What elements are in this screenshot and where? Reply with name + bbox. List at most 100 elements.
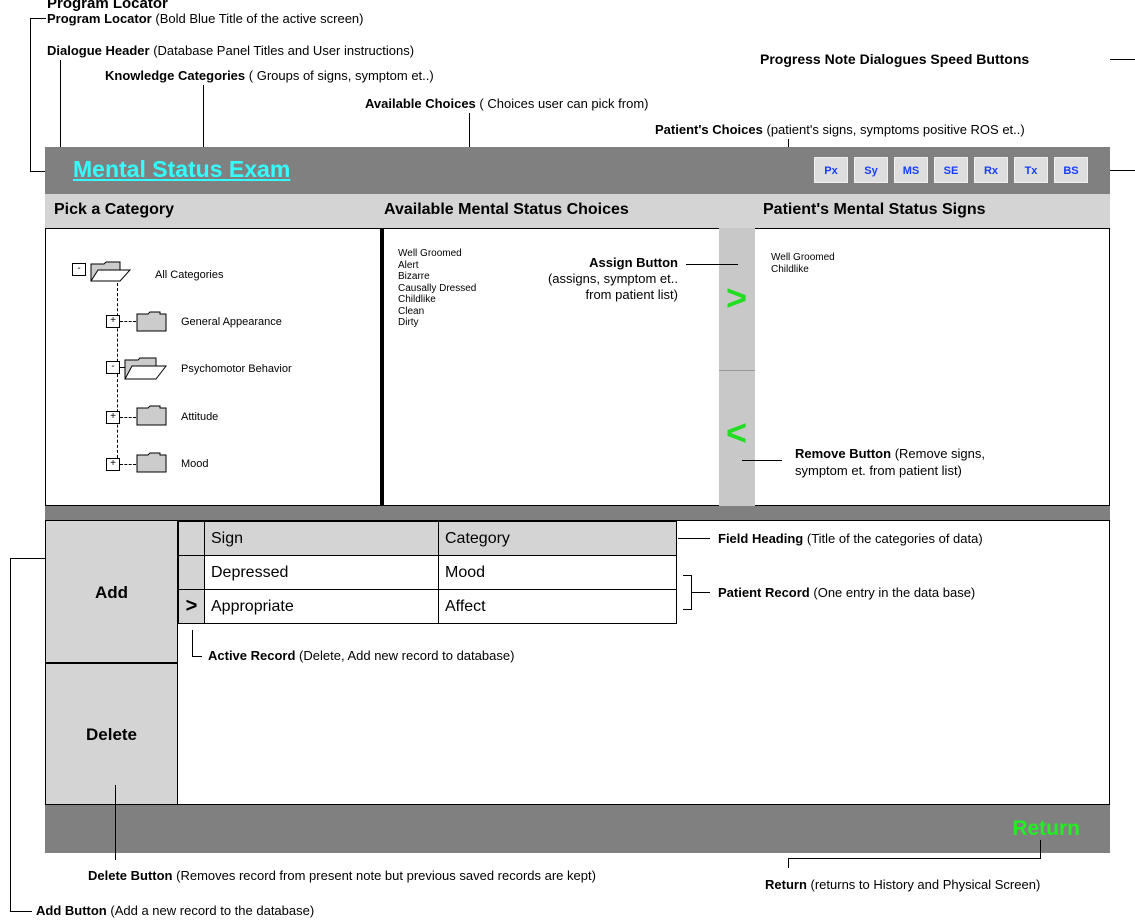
delete-button-annotation: Delete Button (Removes record from prese…	[88, 868, 596, 883]
leader-line	[30, 18, 31, 171]
tree-toggle-root[interactable]: -	[72, 263, 86, 276]
record-bracket	[683, 575, 692, 610]
table-row[interactable]: Depressed Mood	[178, 555, 677, 590]
leader-line	[692, 592, 710, 593]
speed-button-bs[interactable]: BS	[1054, 157, 1088, 183]
speed-button-ms[interactable]: MS	[894, 157, 928, 183]
table-row[interactable]: > Appropriate Affect	[178, 589, 677, 624]
leader-line	[115, 785, 116, 860]
tree-connector	[120, 417, 136, 418]
tree-item-label[interactable]: Mood	[181, 458, 209, 470]
patients-choices-annotation: Patient's Choices (patient's signs, symp…	[655, 122, 1025, 137]
list-item[interactable]: Alert	[398, 260, 476, 272]
tree-item-label[interactable]: Psychomotor Behavior	[181, 363, 292, 375]
active-record-annotation: Active Record (Delete, Add new record to…	[208, 648, 515, 663]
button-divider	[719, 370, 755, 371]
active-record-marker[interactable]: >	[178, 589, 205, 624]
leader-line	[192, 630, 193, 656]
assign-button[interactable]: >	[726, 277, 747, 319]
folder-icon	[136, 452, 167, 473]
leader-line	[742, 460, 782, 461]
return-annotation: Return (returns to History and Physical …	[765, 877, 1041, 892]
dialogue-header-row: Pick a Category Available Mental Status …	[45, 194, 1110, 228]
list-item[interactable]: Causally Dressed	[398, 283, 476, 295]
bottom-bar: Return	[45, 805, 1110, 853]
leader-line	[192, 656, 202, 657]
tree-toggle[interactable]: +	[106, 458, 120, 471]
leader-line	[30, 18, 46, 19]
sign-cell[interactable]: Appropriate	[204, 589, 439, 624]
category-cell[interactable]: Affect	[438, 589, 677, 624]
tree-toggle[interactable]: +	[106, 411, 120, 424]
remove-button-annotation-detail: symptom et. from patient list)	[795, 463, 962, 478]
title-bar: Mental Status Exam Px Sy MS SE Rx Tx BS	[45, 147, 1110, 194]
separator-strip	[45, 506, 1110, 520]
leader-line	[686, 264, 738, 265]
leader-line	[10, 911, 32, 912]
dialogue-header-annotation: Dialogue Header (Database Panel Titles a…	[47, 43, 415, 58]
speed-button-sy[interactable]: Sy	[854, 157, 888, 183]
open-folder-icon	[90, 261, 132, 282]
list-item[interactable]: Childlike	[398, 294, 476, 306]
patient-header: Patient's Mental Status Signs	[763, 201, 986, 218]
leader-line	[1110, 59, 1135, 60]
leader-line	[678, 538, 710, 539]
tree-toggle[interactable]: -	[106, 361, 120, 374]
program-title[interactable]: Mental Status Exam	[73, 156, 290, 183]
records-table: Sign Category Depressed Mood > Appropria…	[178, 521, 677, 624]
list-item[interactable]: Well Groomed	[771, 252, 835, 264]
panel-separator	[380, 228, 384, 506]
available-choices-list: Well Groomed Alert Bizarre Causally Dres…	[398, 248, 476, 329]
leader-line	[788, 858, 789, 868]
table-header-row: Sign Category	[178, 521, 677, 556]
folder-icon	[136, 405, 167, 426]
selector-cell	[178, 521, 205, 556]
field-heading-annotation: Field Heading (Title of the categories o…	[718, 531, 983, 546]
remove-button-annotation: Remove Button (Remove signs,	[795, 446, 985, 461]
tree-toggle[interactable]: +	[106, 315, 120, 328]
tree-item-label[interactable]: All Categories	[155, 269, 223, 281]
list-item[interactable]: Dirty	[398, 317, 476, 329]
leader-line	[1040, 840, 1041, 858]
speed-buttons-annotation: Progress Note Dialogues Speed Buttons	[760, 51, 1030, 67]
leader-line	[10, 558, 11, 911]
column-header-sign: Sign	[204, 521, 439, 556]
knowledge-categories-annotation: Knowledge Categories ( Groups of signs, …	[105, 68, 434, 83]
delete-button[interactable]: Delete	[45, 663, 178, 805]
leader-line	[10, 558, 45, 559]
category-cell[interactable]: Mood	[438, 555, 677, 590]
add-button[interactable]: Add	[45, 520, 178, 663]
program-locator-annotation: Program Locator (Bold Blue Title of the …	[47, 11, 364, 26]
speed-button-se[interactable]: SE	[934, 157, 968, 183]
leader-line	[1110, 170, 1135, 171]
available-header: Available Mental Status Choices	[384, 201, 629, 218]
leader-line	[788, 858, 1041, 859]
list-item[interactable]: Well Groomed	[398, 248, 476, 260]
assign-button-annotation: Assign Button	[589, 255, 678, 270]
delete-button-label: Delete	[85, 725, 138, 744]
open-folder-icon	[124, 357, 168, 380]
list-item[interactable]: Bizarre	[398, 271, 476, 283]
add-button-annotation: Add Button (Add a new record to the data…	[36, 903, 315, 918]
assign-remove-column	[719, 228, 755, 506]
tree-item-label[interactable]: General Appearance	[181, 316, 282, 328]
tree-item-label[interactable]: Attitude	[181, 411, 218, 423]
assign-button-annotation-detail: (assigns, symptom et.. from patient list…	[547, 271, 678, 302]
speed-button-rx[interactable]: Rx	[974, 157, 1008, 183]
list-item[interactable]: Clean	[398, 306, 476, 318]
sign-cell[interactable]: Depressed	[204, 555, 439, 590]
speed-button-px[interactable]: Px	[814, 157, 848, 183]
tree-connector	[120, 464, 136, 465]
return-button[interactable]: Return	[1012, 817, 1080, 841]
selector-cell[interactable]	[178, 555, 205, 590]
patient-signs-list: Well Groomed Childlike	[771, 252, 835, 275]
list-item[interactable]: Childlike	[771, 264, 835, 276]
remove-button[interactable]: <	[726, 412, 747, 454]
speed-button-tx[interactable]: Tx	[1014, 157, 1048, 183]
folder-icon	[136, 311, 167, 332]
available-choices-annotation: Available Choices ( Choices user can pic…	[365, 96, 649, 111]
tree-connector	[120, 321, 136, 322]
patient-record-annotation: Patient Record (One entry in the data ba…	[718, 585, 976, 600]
add-button-label: Add	[94, 583, 129, 602]
column-header-category: Category	[438, 521, 677, 556]
